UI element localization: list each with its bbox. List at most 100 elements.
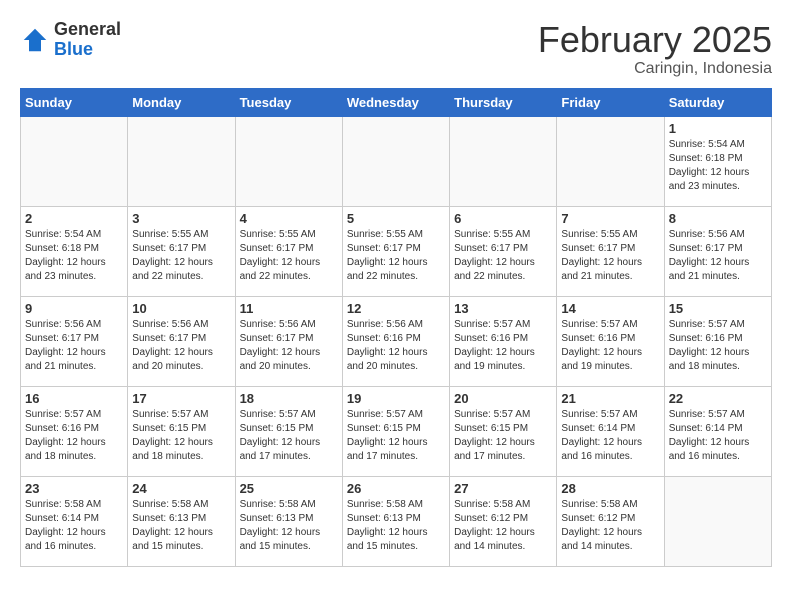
day-number: 19	[347, 391, 445, 406]
day-cell: 8 Sunrise: 5:56 AM Sunset: 6:17 PM Daylig…	[664, 206, 771, 296]
day-cell: 25 Sunrise: 5:58 AM Sunset: 6:13 PM Dayli…	[235, 476, 342, 566]
day-number: 14	[561, 301, 659, 316]
day-cell	[128, 116, 235, 206]
day-cell	[235, 116, 342, 206]
day-info: Sunrise: 5:58 AM Sunset: 6:13 PM Dayligh…	[132, 498, 230, 554]
day-cell: 14 Sunrise: 5:57 AM Sunset: 6:16 PM Dayli…	[557, 296, 664, 386]
week-row-2: 2 Sunrise: 5:54 AM Sunset: 6:18 PM Daylig…	[21, 206, 772, 296]
day-info: Sunrise: 5:56 AM Sunset: 6:17 PM Dayligh…	[240, 318, 338, 374]
day-cell: 26 Sunrise: 5:58 AM Sunset: 6:13 PM Dayli…	[342, 476, 449, 566]
weekday-header-tuesday: Tuesday	[235, 88, 342, 116]
day-cell: 9 Sunrise: 5:56 AM Sunset: 6:17 PM Daylig…	[21, 296, 128, 386]
logo-general-text: General	[54, 20, 121, 40]
day-cell: 1 Sunrise: 5:54 AM Sunset: 6:18 PM Daylig…	[664, 116, 771, 206]
day-number: 6	[454, 211, 552, 226]
calendar-body: 1 Sunrise: 5:54 AM Sunset: 6:18 PM Daylig…	[21, 116, 772, 566]
day-cell	[450, 116, 557, 206]
day-number: 8	[669, 211, 767, 226]
day-cell: 2 Sunrise: 5:54 AM Sunset: 6:18 PM Daylig…	[21, 206, 128, 296]
page-header: General Blue February 2025 Caringin, Ind…	[20, 20, 772, 78]
day-number: 15	[669, 301, 767, 316]
day-cell: 23Sunrise: 5:58 AM Sunset: 6:14 PM Dayli…	[21, 476, 128, 566]
day-info: Sunrise: 5:57 AM Sunset: 6:16 PM Dayligh…	[561, 318, 659, 374]
day-info: Sunrise: 5:56 AM Sunset: 6:17 PM Dayligh…	[25, 318, 123, 374]
day-cell	[342, 116, 449, 206]
day-number: 26	[347, 481, 445, 496]
day-cell: 10 Sunrise: 5:56 AM Sunset: 6:17 PM Dayli…	[128, 296, 235, 386]
day-cell: 4 Sunrise: 5:55 AM Sunset: 6:17 PM Daylig…	[235, 206, 342, 296]
week-row-1: 1 Sunrise: 5:54 AM Sunset: 6:18 PM Daylig…	[21, 116, 772, 206]
day-cell: 21Sunrise: 5:57 AM Sunset: 6:14 PM Dayli…	[557, 386, 664, 476]
day-info: Sunrise: 5:55 AM Sunset: 6:17 PM Dayligh…	[561, 228, 659, 284]
day-cell: 17 Sunrise: 5:57 AM Sunset: 6:15 PM Dayli…	[128, 386, 235, 476]
day-cell	[21, 116, 128, 206]
day-cell: 19Sunrise: 5:57 AM Sunset: 6:15 PM Dayli…	[342, 386, 449, 476]
day-number: 24	[132, 481, 230, 496]
day-cell: 16Sunrise: 5:57 AM Sunset: 6:16 PM Dayli…	[21, 386, 128, 476]
day-info: Sunrise: 5:57 AM Sunset: 6:16 PM Dayligh…	[25, 408, 123, 464]
weekday-header-monday: Monday	[128, 88, 235, 116]
day-info: Sunrise: 5:54 AM Sunset: 6:18 PM Dayligh…	[669, 138, 767, 194]
day-info: Sunrise: 5:57 AM Sunset: 6:15 PM Dayligh…	[132, 408, 230, 464]
day-number: 12	[347, 301, 445, 316]
day-number: 27	[454, 481, 552, 496]
day-info: Sunrise: 5:57 AM Sunset: 6:14 PM Dayligh…	[669, 408, 767, 464]
location: Caringin, Indonesia	[538, 60, 772, 78]
day-info: Sunrise: 5:56 AM Sunset: 6:17 PM Dayligh…	[669, 228, 767, 284]
week-row-4: 16Sunrise: 5:57 AM Sunset: 6:16 PM Dayli…	[21, 386, 772, 476]
weekday-header-sunday: Sunday	[21, 88, 128, 116]
day-number: 5	[347, 211, 445, 226]
day-info: Sunrise: 5:58 AM Sunset: 6:12 PM Dayligh…	[454, 498, 552, 554]
week-row-5: 23Sunrise: 5:58 AM Sunset: 6:14 PM Dayli…	[21, 476, 772, 566]
day-cell: 7 Sunrise: 5:55 AM Sunset: 6:17 PM Daylig…	[557, 206, 664, 296]
day-cell: 6 Sunrise: 5:55 AM Sunset: 6:17 PM Daylig…	[450, 206, 557, 296]
day-number: 20	[454, 391, 552, 406]
day-info: Sunrise: 5:58 AM Sunset: 6:12 PM Dayligh…	[561, 498, 659, 554]
day-number: 10	[132, 301, 230, 316]
day-number: 21	[561, 391, 659, 406]
title-block: February 2025 Caringin, Indonesia	[538, 20, 772, 78]
day-info: Sunrise: 5:57 AM Sunset: 6:15 PM Dayligh…	[240, 408, 338, 464]
day-number: 1	[669, 121, 767, 136]
day-number: 18	[240, 391, 338, 406]
day-cell: 3 Sunrise: 5:55 AM Sunset: 6:17 PM Daylig…	[128, 206, 235, 296]
day-cell	[557, 116, 664, 206]
weekday-header-row: SundayMondayTuesdayWednesdayThursdayFrid…	[21, 88, 772, 116]
day-cell: 28 Sunrise: 5:58 AM Sunset: 6:12 PM Dayli…	[557, 476, 664, 566]
day-info: Sunrise: 5:55 AM Sunset: 6:17 PM Dayligh…	[240, 228, 338, 284]
day-cell: 11 Sunrise: 5:56 AM Sunset: 6:17 PM Dayli…	[235, 296, 342, 386]
month-title: February 2025	[538, 20, 772, 60]
day-number: 4	[240, 211, 338, 226]
day-number: 3	[132, 211, 230, 226]
day-info: Sunrise: 5:58 AM Sunset: 6:13 PM Dayligh…	[240, 498, 338, 554]
day-info: Sunrise: 5:56 AM Sunset: 6:16 PM Dayligh…	[347, 318, 445, 374]
day-info: Sunrise: 5:55 AM Sunset: 6:17 PM Dayligh…	[132, 228, 230, 284]
day-number: 28	[561, 481, 659, 496]
day-info: Sunrise: 5:57 AM Sunset: 6:16 PM Dayligh…	[454, 318, 552, 374]
day-cell	[664, 476, 771, 566]
day-number: 17	[132, 391, 230, 406]
day-info: Sunrise: 5:57 AM Sunset: 6:15 PM Dayligh…	[454, 408, 552, 464]
day-info: Sunrise: 5:56 AM Sunset: 6:17 PM Dayligh…	[132, 318, 230, 374]
day-number: 2	[25, 211, 123, 226]
weekday-header-wednesday: Wednesday	[342, 88, 449, 116]
day-number: 7	[561, 211, 659, 226]
day-info: Sunrise: 5:57 AM Sunset: 6:16 PM Dayligh…	[669, 318, 767, 374]
day-number: 9	[25, 301, 123, 316]
day-number: 25	[240, 481, 338, 496]
logo-icon	[20, 25, 50, 55]
day-cell: 20 Sunrise: 5:57 AM Sunset: 6:15 PM Dayli…	[450, 386, 557, 476]
day-info: Sunrise: 5:58 AM Sunset: 6:13 PM Dayligh…	[347, 498, 445, 554]
weekday-header-friday: Friday	[557, 88, 664, 116]
day-info: Sunrise: 5:58 AM Sunset: 6:14 PM Dayligh…	[25, 498, 123, 554]
day-cell: 5Sunrise: 5:55 AM Sunset: 6:17 PM Daylig…	[342, 206, 449, 296]
day-number: 11	[240, 301, 338, 316]
day-cell: 24 Sunrise: 5:58 AM Sunset: 6:13 PM Dayli…	[128, 476, 235, 566]
day-info: Sunrise: 5:54 AM Sunset: 6:18 PM Dayligh…	[25, 228, 123, 284]
day-number: 13	[454, 301, 552, 316]
day-info: Sunrise: 5:55 AM Sunset: 6:17 PM Dayligh…	[454, 228, 552, 284]
logo-blue-text: Blue	[54, 40, 121, 60]
day-cell: 13 Sunrise: 5:57 AM Sunset: 6:16 PM Dayli…	[450, 296, 557, 386]
weekday-header-saturday: Saturday	[664, 88, 771, 116]
day-cell: 27 Sunrise: 5:58 AM Sunset: 6:12 PM Dayli…	[450, 476, 557, 566]
